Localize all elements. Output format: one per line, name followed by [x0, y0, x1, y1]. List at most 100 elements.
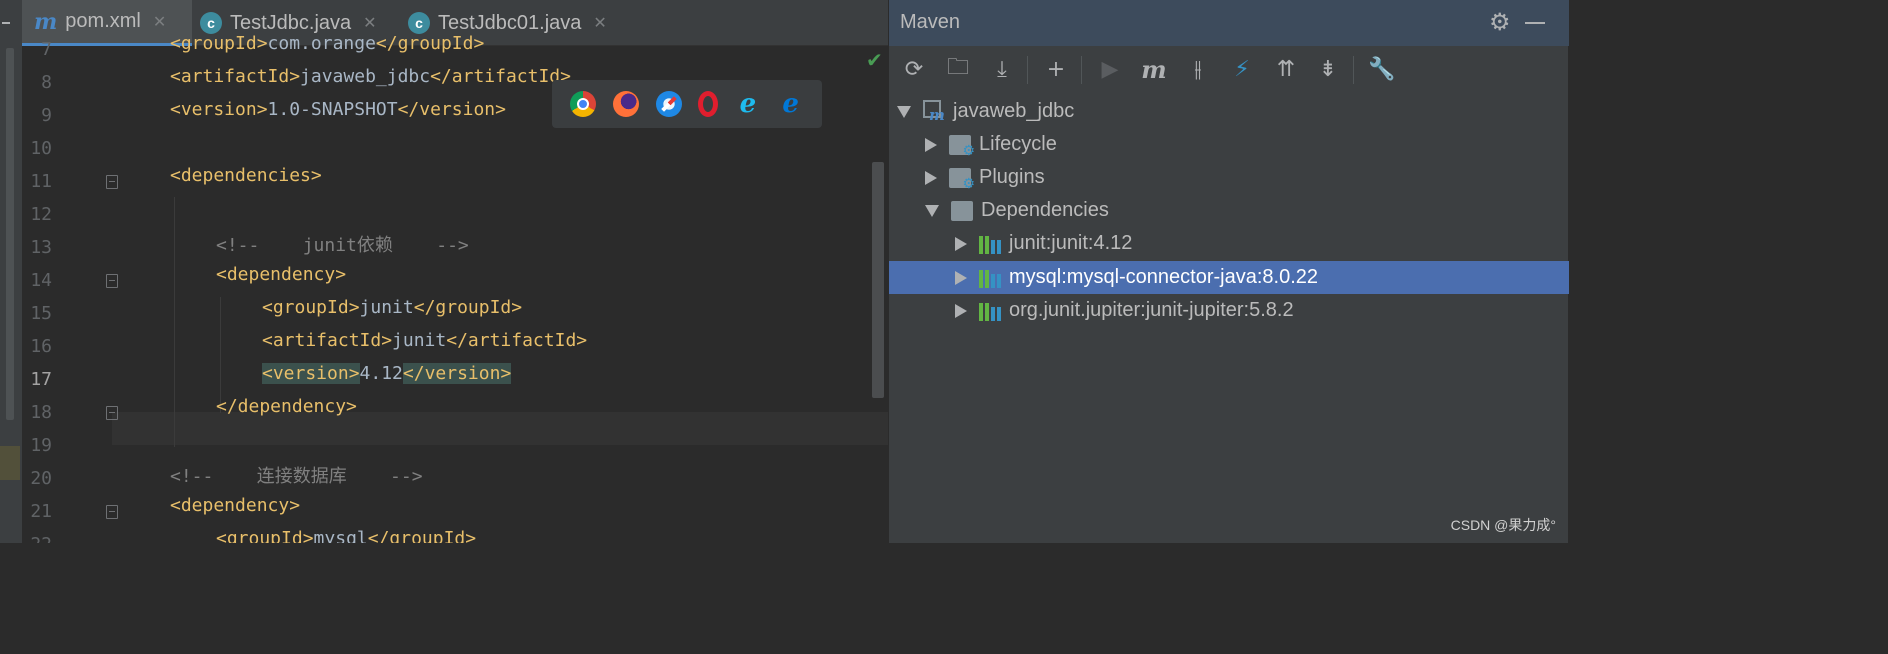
- tree-node-dependency[interactable]: org.junit.jupiter:junit-jupiter:5.8.2: [889, 294, 1569, 327]
- execute-goal-icon[interactable]: m: [1139, 54, 1169, 84]
- java-class-icon: c: [200, 12, 222, 34]
- reload-folder-icon[interactable]: 🗀: [943, 54, 973, 84]
- add-icon[interactable]: +: [1041, 54, 1071, 84]
- java-class-icon: c: [408, 12, 430, 34]
- tree-label: Plugins: [979, 166, 1045, 188]
- run-icon[interactable]: ▶: [1095, 54, 1125, 84]
- show-dependencies-icon[interactable]: ⇈: [1271, 54, 1301, 84]
- code-line: <artifactId>junit</artifactId>: [262, 330, 588, 351]
- tree-label: Lifecycle: [979, 133, 1057, 155]
- fold-marker[interactable]: [106, 274, 118, 288]
- left-scrollbar[interactable]: [6, 48, 14, 420]
- tree-label: junit:junit:4.12: [1009, 232, 1133, 254]
- maven-project-icon: m: [923, 99, 945, 124]
- toolbar-separator: [1027, 56, 1028, 84]
- library-icon: [979, 268, 1001, 288]
- editor-scrollbar[interactable]: [872, 162, 884, 398]
- settings-wrench-icon[interactable]: 🔧: [1367, 54, 1397, 84]
- code-line: <dependencies>: [170, 165, 322, 186]
- firefox-icon[interactable]: [612, 91, 639, 117]
- indent-guide: [174, 197, 175, 447]
- tree-node-dependency[interactable]: junit:junit:4.12: [889, 227, 1569, 260]
- ie-icon[interactable]: e: [735, 91, 761, 117]
- library-icon: [979, 301, 1001, 321]
- fold-marker[interactable]: [106, 175, 118, 189]
- edge-icon[interactable]: e: [778, 91, 804, 117]
- maven-header: Maven ⚙: [889, 0, 1569, 46]
- line-number: 20: [30, 468, 52, 489]
- expand-arrow-icon[interactable]: [955, 303, 967, 318]
- collapse-all-icon[interactable]: ⇟: [1313, 54, 1343, 84]
- line-number: 22: [22, 528, 52, 543]
- line-number: 13: [30, 237, 52, 258]
- maven-tool-window: Maven ⚙ ⟳ 🗀 ⤓ + ▶ m ⫲ ⚡ ⇈ ⇟ 🔧 m javaweb_…: [888, 0, 1569, 543]
- line-number: 7: [41, 39, 52, 60]
- toolbar-separator: [1353, 56, 1354, 84]
- line-number: 14: [30, 270, 52, 291]
- left-edge-strip: [0, 0, 22, 543]
- close-icon[interactable]: ✕: [153, 12, 166, 32]
- maven-m-icon: m: [34, 8, 58, 35]
- skip-tests-icon[interactable]: ⚡: [1227, 54, 1257, 84]
- fold-marker[interactable]: [106, 505, 118, 519]
- opera-icon[interactable]: [698, 91, 719, 117]
- code-line: </dependency>: [216, 396, 357, 417]
- expand-arrow-icon[interactable]: [925, 137, 937, 152]
- line-number: 16: [30, 336, 52, 357]
- folder-library-icon: [951, 200, 973, 221]
- folder-gear-icon: ⚙: [949, 167, 975, 191]
- line-number: 12: [30, 204, 52, 225]
- tree-node-lifecycle[interactable]: ⚙ Lifecycle: [889, 128, 1569, 161]
- close-icon[interactable]: ✕: [363, 13, 376, 33]
- expand-arrow-icon[interactable]: [897, 105, 911, 118]
- tree-label: org.junit.jupiter:junit-jupiter:5.8.2: [1009, 299, 1294, 321]
- gear-icon[interactable]: ⚙: [1489, 8, 1511, 36]
- close-icon[interactable]: ✕: [593, 13, 606, 33]
- panel-title: Maven: [900, 11, 961, 33]
- code-line: <dependency>: [216, 264, 347, 285]
- collapse-icon[interactable]: [2, 22, 10, 24]
- tab-label: pom.xml: [65, 10, 141, 32]
- highlight-marker: [0, 446, 20, 480]
- line-number: 8: [41, 72, 52, 93]
- tree-node-dependencies[interactable]: Dependencies: [889, 194, 1569, 227]
- line-number: 21: [30, 501, 52, 522]
- watermark: CSDN @果力成°: [1450, 517, 1556, 533]
- toggle-offline-icon[interactable]: ⫲: [1183, 54, 1213, 84]
- no-problems-check-icon[interactable]: ✔: [866, 48, 883, 72]
- line-number: 18: [30, 402, 52, 423]
- expand-arrow-icon[interactable]: [925, 170, 937, 185]
- code-comment: <!-- junit依赖 -->: [216, 235, 469, 256]
- tree-label: javaweb_jdbc: [953, 100, 1075, 122]
- expand-arrow-icon[interactable]: [955, 270, 967, 285]
- hide-icon[interactable]: [1525, 22, 1545, 24]
- code-line: <groupId>junit</groupId>: [262, 297, 523, 318]
- tree-label: Dependencies: [981, 199, 1109, 221]
- line-number: 17: [30, 369, 52, 390]
- tab-label: TestJdbc.java: [230, 11, 352, 34]
- line-number: 15: [30, 303, 52, 324]
- expand-arrow-icon[interactable]: [955, 236, 967, 251]
- tree-node-dependency-selected[interactable]: mysql:mysql-connector-java:8.0.22: [889, 261, 1569, 294]
- tab-label: TestJdbc01.java: [438, 11, 582, 34]
- code-editor: m pom.xml ✕ c TestJdbc.java ✕ c TestJdbc…: [22, 0, 888, 543]
- library-icon: [979, 234, 1001, 254]
- code-line: <artifactId>javaweb_jdbc</artifactId>: [170, 66, 571, 87]
- expand-arrow-icon[interactable]: [925, 204, 939, 217]
- line-number: 9: [41, 105, 52, 126]
- open-in-browser-popup: e e: [552, 80, 822, 128]
- code-comment: <!-- 连接数据库 -->: [170, 466, 423, 487]
- code-line: <dependency>: [170, 495, 301, 516]
- folder-gear-icon: ⚙: [949, 134, 975, 158]
- reload-icon[interactable]: ⟳: [899, 54, 929, 84]
- fold-marker[interactable]: [106, 406, 118, 420]
- line-number: 10: [30, 138, 52, 159]
- chrome-icon[interactable]: [570, 91, 597, 117]
- code-line: <groupId>mysql</groupId>: [216, 528, 477, 543]
- toolbar-separator: [1081, 56, 1082, 84]
- download-icon[interactable]: ⤓: [987, 54, 1017, 84]
- tree-node-plugins[interactable]: ⚙ Plugins: [889, 161, 1569, 194]
- tree-node-project[interactable]: m javaweb_jdbc: [889, 95, 1569, 128]
- safari-icon[interactable]: [655, 91, 682, 117]
- tree-label: mysql:mysql-connector-java:8.0.22: [1009, 266, 1319, 288]
